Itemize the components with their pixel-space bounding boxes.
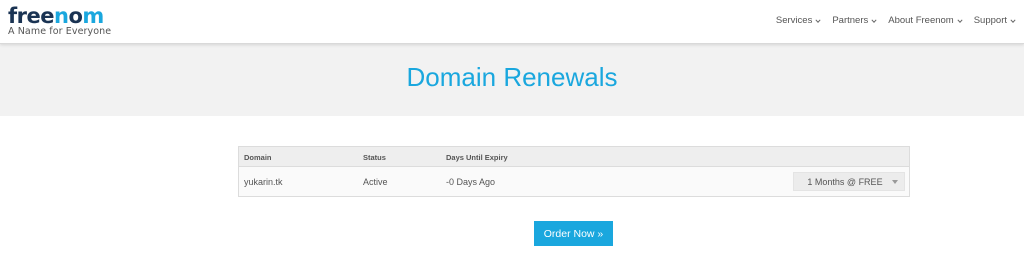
- logo-part-o: o: [68, 4, 83, 28]
- status-cell: Active: [363, 177, 388, 187]
- caret-down-icon: [892, 180, 898, 184]
- chevron-down-icon: [1010, 18, 1016, 23]
- column-header-status: Status: [363, 153, 386, 162]
- renewals-table: Domain Status Days Until Expiry yukarin.…: [238, 146, 910, 197]
- chevron-down-icon: [815, 18, 821, 23]
- logo-part-free: free: [8, 4, 54, 28]
- logo-part-n: n: [53, 4, 69, 28]
- nav-item-label: Support: [973, 15, 1007, 26]
- nav-item-label: About Freenom: [888, 15, 954, 26]
- page-title: Domain Renewals: [406, 62, 618, 92]
- table-header-row: Domain Status Days Until Expiry: [239, 147, 909, 167]
- nav-item-support[interactable]: Support: [974, 15, 1016, 26]
- renewal-period-value: 1 Months @ FREE: [807, 176, 883, 187]
- chevron-down-icon: [957, 18, 963, 23]
- main-nav: Services Partners About Freenom Support: [776, 15, 1016, 26]
- logo-tagline: A Name for Everyone: [8, 26, 112, 37]
- nav-item-partners[interactable]: Partners: [832, 15, 877, 26]
- renewal-period-select[interactable]: 1 Months @ FREE: [793, 172, 905, 191]
- nav-item-label: Services: [775, 15, 813, 26]
- table-row: yukarin.tk Active -0 Days Ago 1 Months @…: [239, 167, 909, 196]
- chevron-down-icon: [871, 18, 877, 23]
- column-header-domain: Domain: [244, 153, 272, 162]
- page-banner: Domain Renewals: [0, 44, 1024, 116]
- logo-part-m: m: [82, 4, 104, 28]
- order-now-button[interactable]: Order Now »: [534, 221, 613, 246]
- freenom-logo[interactable]: freenom A Name for Everyone: [8, 5, 111, 37]
- nav-item-services[interactable]: Services: [776, 15, 821, 26]
- nav-item-label: Partners: [832, 15, 869, 26]
- domain-cell: yukarin.tk: [244, 177, 283, 187]
- column-header-days: Days Until Expiry: [446, 153, 508, 162]
- logo-wordmark: freenom: [8, 5, 111, 27]
- top-header: freenom A Name for Everyone Services Par…: [0, 0, 1024, 44]
- nav-item-about[interactable]: About Freenom: [888, 15, 963, 26]
- days-cell: -0 Days Ago: [446, 177, 496, 187]
